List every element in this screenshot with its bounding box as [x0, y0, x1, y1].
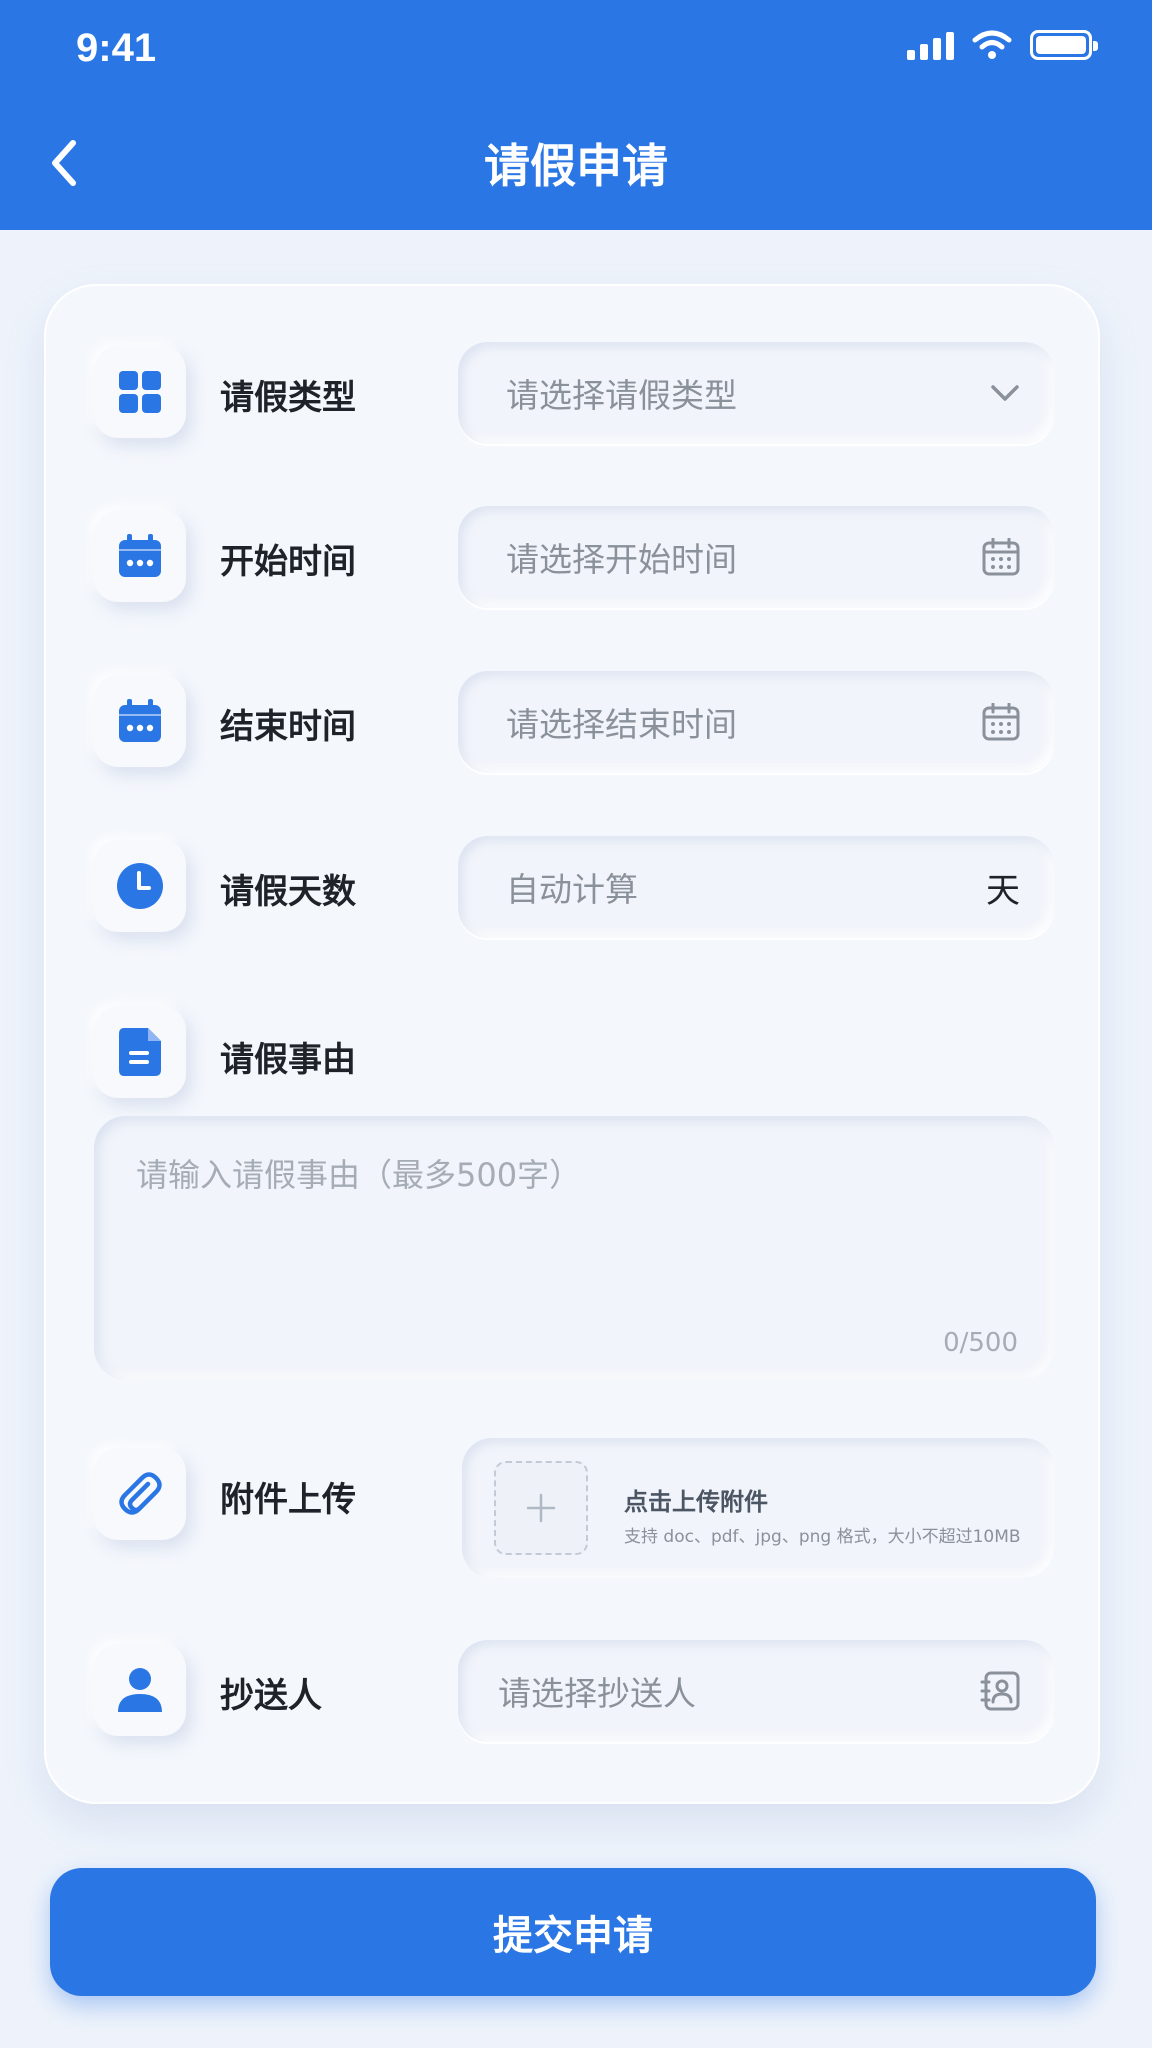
reason-char-counter: 0/500	[943, 1328, 1018, 1358]
end-time-picker[interactable]: 请选择结束时间	[458, 671, 1054, 773]
clock-icon	[117, 863, 163, 909]
attachment-icon-tile	[94, 1448, 186, 1540]
reason-placeholder: 请输入请假事由（最多500字）	[136, 1156, 582, 1194]
cc-placeholder: 请选择抄送人	[498, 1674, 696, 1713]
days-icon-tile	[94, 840, 186, 932]
calendar-icon	[119, 534, 161, 577]
app-header: 9:41 请假申请	[0, 0, 1152, 230]
days-placeholder: 自动计算	[506, 870, 638, 909]
leave-type-icon-tile	[94, 346, 186, 438]
leave-type-placeholder: 请选择请假类型	[506, 376, 737, 415]
calendar-icon	[982, 538, 1020, 576]
end-time-placeholder: 请选择结束时间	[506, 705, 737, 744]
submit-button[interactable]: 提交申请	[50, 1868, 1096, 1996]
start-time-label: 开始时间	[220, 542, 356, 582]
wifi-icon	[972, 30, 1012, 59]
reason-label: 请假事由	[220, 1040, 356, 1080]
paperclip-icon	[119, 1472, 162, 1515]
calendar-icon	[982, 703, 1020, 741]
reason-textarea[interactable]: 请输入请假事由（最多500字） 0/500	[94, 1116, 1054, 1380]
leave-type-select[interactable]: 请选择请假类型	[458, 342, 1054, 444]
person-icon	[118, 1668, 162, 1712]
attachment-label: 附件上传	[220, 1480, 356, 1520]
start-time-picker[interactable]: 请选择开始时间	[458, 506, 1054, 608]
grid-icon	[119, 371, 161, 413]
days-field: 自动计算 天	[458, 836, 1054, 938]
plus-icon	[526, 1493, 556, 1523]
chevron-down-icon	[991, 385, 1019, 401]
cc-icon-tile	[94, 1644, 186, 1736]
upload-title: 点击上传附件	[624, 1488, 768, 1516]
cc-picker[interactable]: 请选择抄送人	[458, 1640, 1054, 1742]
leave-type-label: 请假类型	[220, 378, 356, 418]
calendar-icon	[119, 699, 161, 742]
days-label: 请假天数	[220, 872, 356, 912]
attachment-upload-area: 点击上传附件 支持 doc、pdf、jpg、png 格式，大小不超过10MB	[462, 1438, 1054, 1578]
document-icon	[119, 1028, 161, 1076]
days-unit: 天	[986, 870, 1020, 911]
page-title: 请假申请	[484, 139, 668, 193]
signal-icon	[907, 30, 954, 60]
upload-button[interactable]	[494, 1461, 588, 1555]
battery-icon	[1030, 30, 1098, 60]
status-icons	[907, 30, 1098, 60]
reason-icon-tile	[94, 1006, 186, 1098]
start-time-icon-tile	[94, 510, 186, 602]
end-time-label: 结束时间	[220, 707, 356, 747]
end-time-icon-tile	[94, 675, 186, 767]
cc-label: 抄送人	[220, 1676, 322, 1716]
contact-book-icon	[980, 1671, 1020, 1711]
status-time: 9:41	[76, 26, 157, 70]
upload-hint: 支持 doc、pdf、jpg、png 格式，大小不超过10MB	[624, 1527, 1021, 1547]
start-time-placeholder: 请选择开始时间	[506, 540, 737, 579]
